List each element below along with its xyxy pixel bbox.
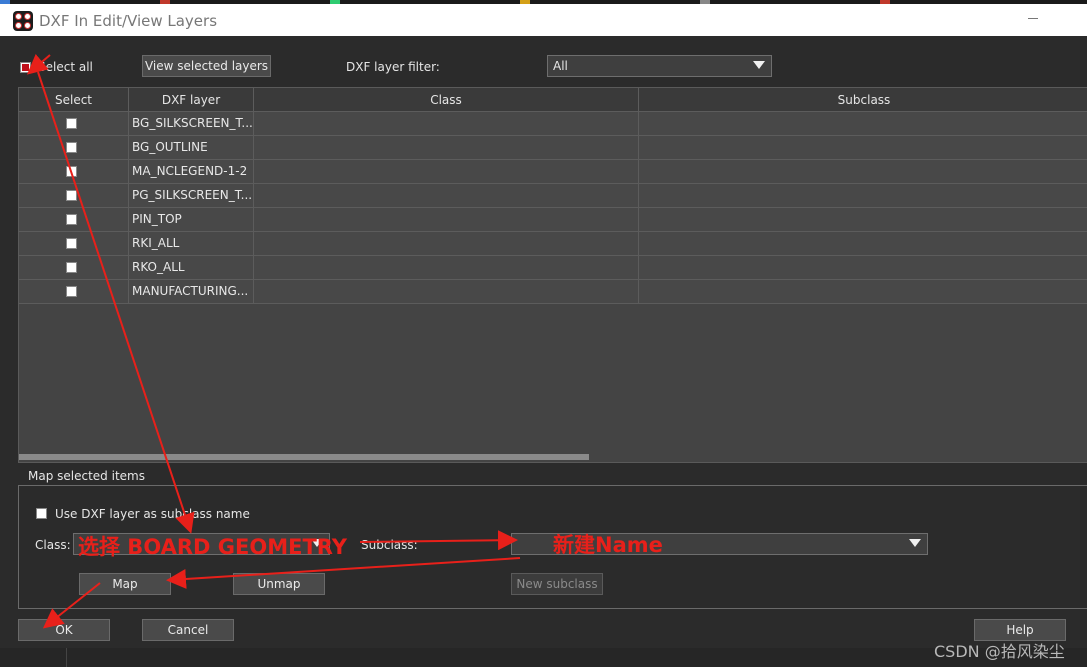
table-row[interactable]: PG_SILKSCREEN_T... [19, 184, 1087, 208]
class-cell[interactable] [254, 256, 639, 280]
column-header-dxf-layer[interactable]: DXF layer [129, 88, 254, 112]
table-row[interactable]: RKI_ALL [19, 232, 1087, 256]
table-row[interactable]: MA_NCLEGEND-1-2 [19, 160, 1087, 184]
row-select-cell[interactable] [19, 280, 129, 304]
class-label: Class: [35, 538, 71, 552]
window-title: DXF In Edit/View Layers [39, 12, 218, 30]
dxf-layer-cell[interactable]: BG_SILKSCREEN_T... [129, 112, 254, 136]
annotation-class-note: 选择 BOARD GEOMETRY [78, 535, 348, 559]
table-row[interactable]: PIN_TOP [19, 208, 1087, 232]
status-bar [0, 648, 1087, 667]
table-row[interactable]: RKO_ALL [19, 256, 1087, 280]
dxf-layer-cell[interactable]: RKI_ALL [129, 232, 254, 256]
layer-filter-value: All [553, 59, 568, 73]
horizontal-scrollbar[interactable] [19, 454, 589, 460]
row-select-checkbox[interactable] [66, 214, 77, 225]
row-select-cell[interactable] [19, 256, 129, 280]
class-cell[interactable] [254, 160, 639, 184]
layers-table: Select DXF layer Class Subclass BG_SILKS… [18, 87, 1087, 463]
title-bar: DXF In Edit/View Layers [0, 4, 1087, 36]
subclass-cell[interactable] [639, 112, 1087, 136]
column-header-subclass[interactable]: Subclass [639, 88, 1087, 112]
class-cell[interactable] [254, 136, 639, 160]
use-dxf-layer-checkbox[interactable] [36, 508, 47, 519]
row-select-checkbox[interactable] [66, 142, 77, 153]
map-button[interactable]: Map [79, 573, 171, 595]
class-cell[interactable] [254, 280, 639, 304]
cancel-button[interactable]: Cancel [142, 619, 234, 641]
class-cell[interactable] [254, 208, 639, 232]
unmap-button[interactable]: Unmap [233, 573, 325, 595]
view-selected-layers-button[interactable]: View selected layers [142, 55, 271, 77]
column-header-select[interactable]: Select [19, 88, 129, 112]
map-group-title: Map selected items [25, 469, 148, 483]
class-cell[interactable] [254, 184, 639, 208]
row-select-checkbox[interactable] [66, 118, 77, 129]
dxf-layer-cell[interactable]: RKO_ALL [129, 256, 254, 280]
row-select-cell[interactable] [19, 112, 129, 136]
row-select-checkbox[interactable] [66, 166, 77, 177]
watermark: CSDN @拾风染尘 [934, 642, 1065, 661]
chevron-down-icon [909, 539, 921, 547]
select-all-checkbox[interactable] [20, 62, 31, 73]
layer-filter-select[interactable]: All [547, 55, 772, 77]
dxf-layer-cell[interactable]: BG_OUTLINE [129, 136, 254, 160]
row-select-checkbox[interactable] [66, 190, 77, 201]
class-cell[interactable] [254, 232, 639, 256]
row-select-checkbox[interactable] [66, 238, 77, 249]
dxf-layer-cell[interactable]: MA_NCLEGEND-1-2 [129, 160, 254, 184]
row-select-checkbox[interactable] [66, 262, 77, 273]
row-select-cell[interactable] [19, 184, 129, 208]
dxf-layer-cell[interactable]: PIN_TOP [129, 208, 254, 232]
row-select-cell[interactable] [19, 208, 129, 232]
minimize-icon[interactable] [1028, 18, 1038, 19]
row-select-cell[interactable] [19, 232, 129, 256]
row-select-cell[interactable] [19, 160, 129, 184]
column-header-class[interactable]: Class [254, 88, 639, 112]
subclass-label: Subclass: [361, 538, 418, 552]
dxf-layer-cell[interactable]: MANUFACTURING... [129, 280, 254, 304]
subclass-cell[interactable] [639, 136, 1087, 160]
subclass-cell[interactable] [639, 208, 1087, 232]
filter-label: DXF layer filter: [346, 60, 440, 74]
subclass-cell[interactable] [639, 232, 1087, 256]
subclass-cell[interactable] [639, 256, 1087, 280]
subclass-cell[interactable] [639, 160, 1087, 184]
row-select-checkbox[interactable] [66, 286, 77, 297]
table-row[interactable]: BG_OUTLINE [19, 136, 1087, 160]
annotation-subclass-note: 新建Name [553, 533, 663, 557]
chevron-down-icon [753, 61, 765, 69]
row-select-cell[interactable] [19, 136, 129, 160]
select-all-label: Select all [38, 60, 93, 74]
new-subclass-button[interactable]: New subclass [511, 573, 603, 595]
subclass-cell[interactable] [639, 280, 1087, 304]
app-logo-icon [13, 11, 33, 31]
table-row[interactable]: BG_SILKSCREEN_T... [19, 112, 1087, 136]
subclass-cell[interactable] [639, 184, 1087, 208]
class-cell[interactable] [254, 112, 639, 136]
dxf-layer-cell[interactable]: PG_SILKSCREEN_T... [129, 184, 254, 208]
ok-button[interactable]: OK [18, 619, 110, 641]
use-dxf-layer-label: Use DXF layer as subclass name [55, 507, 250, 521]
table-row[interactable]: MANUFACTURING... [19, 280, 1087, 304]
